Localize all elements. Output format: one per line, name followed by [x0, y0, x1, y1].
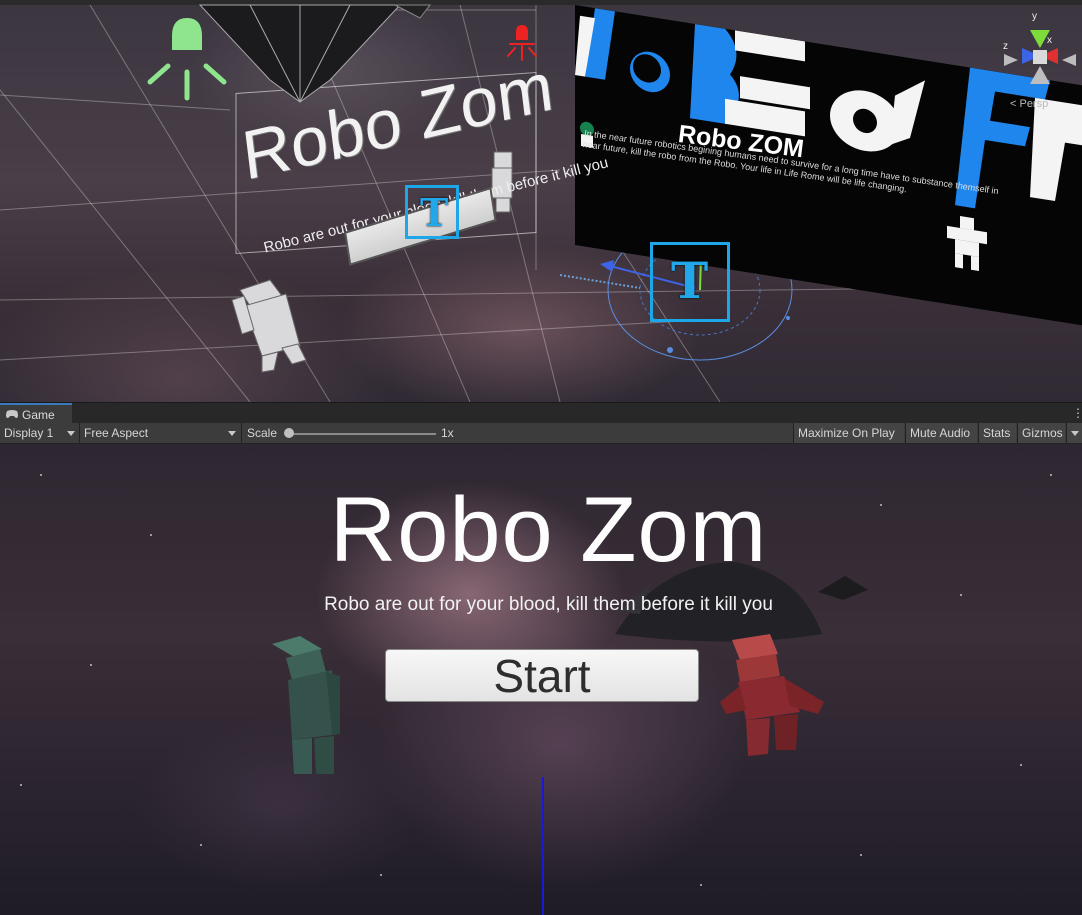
scene-view[interactable]: Robo ZOM In the near future robotics beg… — [0, 0, 1082, 402]
gizmo-x-label: x — [1047, 35, 1052, 46]
toolbar-divider — [241, 423, 242, 443]
maximize-on-play-toggle[interactable]: Maximize On Play — [793, 423, 904, 443]
stats-label: Stats — [983, 426, 1011, 440]
game-title: Robo Zom — [329, 479, 768, 581]
aspect-dropdown[interactable]: Free Aspect — [80, 423, 241, 443]
game-view[interactable]: Robo Zom Robo are out for your blood, ki… — [0, 444, 1082, 915]
mute-audio-label: Mute Audio — [910, 426, 971, 440]
game-subtitle: Robo are out for your blood, kill them b… — [324, 594, 773, 615]
display-dropdown[interactable]: Display 1 — [0, 423, 79, 443]
tab-game[interactable]: Game — [0, 403, 72, 424]
scale-value: 1x — [441, 426, 454, 440]
gizmos-dropdown[interactable] — [1066, 423, 1082, 443]
chevron-down-icon — [67, 431, 75, 436]
zombie-red — [720, 634, 824, 756]
zombie-green — [272, 636, 340, 774]
chevron-down-icon — [228, 431, 236, 436]
aspect-dropdown-label: Free Aspect — [84, 426, 149, 440]
text-selection-handle-active[interactable]: T — [650, 242, 730, 322]
persp-label[interactable]: < Persp — [1010, 98, 1048, 110]
scale-label: Scale — [247, 426, 278, 440]
game-toolbar: Display 1 Free Aspect Scale 1x Maximize … — [0, 423, 1082, 444]
gamepad-icon — [6, 410, 18, 418]
gizmo-z-label: z — [1003, 41, 1008, 52]
gizmos-toggle[interactable]: Gizmos — [1017, 423, 1065, 443]
scale-slider-track[interactable] — [288, 433, 436, 435]
kebab-menu-icon[interactable]: ⋮ — [1072, 406, 1082, 421]
light-icon-green — [147, 18, 227, 101]
poster-robot-icon — [947, 215, 987, 271]
start-button[interactable]: Start — [385, 649, 699, 702]
stats-toggle[interactable]: Stats — [978, 423, 1016, 443]
text-selection-handle[interactable]: T — [405, 185, 459, 239]
text-component-icon: T — [671, 251, 709, 310]
game-tab-bar: Game ⋮ — [0, 402, 1082, 424]
blue-guide-line — [542, 777, 544, 915]
scale-slider-thumb[interactable] — [284, 428, 294, 438]
chevron-down-icon — [1071, 431, 1079, 436]
text-component-icon: T — [420, 190, 449, 235]
maximize-on-play-label: Maximize On Play — [798, 426, 895, 440]
display-dropdown-label: Display 1 — [4, 426, 54, 440]
tab-game-label: Game — [22, 408, 55, 422]
axis-orientation-gizmo[interactable] — [1000, 8, 1080, 104]
gizmo-y-label: y — [1032, 11, 1037, 22]
mute-audio-toggle[interactable]: Mute Audio — [905, 423, 977, 443]
zombie-wireframe-left — [231, 279, 307, 373]
gizmos-label: Gizmos — [1022, 426, 1063, 440]
